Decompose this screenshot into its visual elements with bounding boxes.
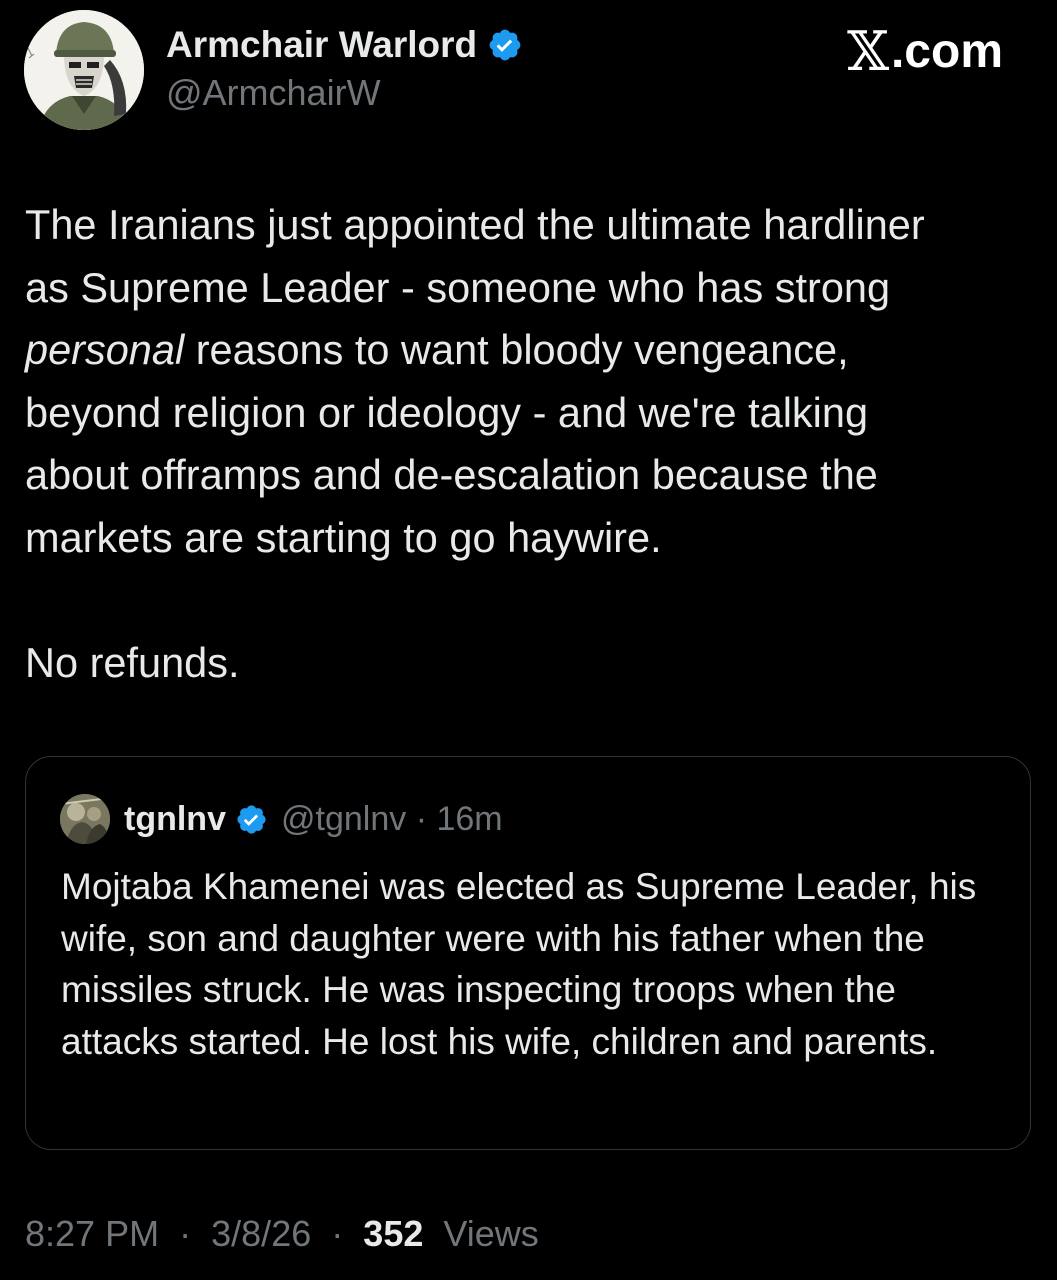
tweet-metadata: 8:27 PM · 3/8/26 · 352 Views [25,1213,539,1255]
quote-avatar[interactable] [60,794,110,844]
tweet-line: markets are starting to go haywire. [25,513,662,561]
quote-avatar-icon [60,794,110,844]
tweet-line: beyond religion or ideology - and we're … [25,388,869,436]
author-handle[interactable]: @ArmchairW [166,72,381,114]
quote-timestamp[interactable]: 16m [436,800,502,839]
tweet-italic-word: personal [25,326,185,373]
tweet-time[interactable]: 8:27 PM [25,1213,159,1254]
site-domain-text: .com [890,25,1003,78]
tweet-line: personal reasons to want bloody vengeanc… [25,319,1035,382]
x-com-logo: 𝕏 .com [847,20,1003,83]
author-name-row: Armchair Warlord [166,22,523,68]
meta-separator: · [179,1213,192,1254]
quoted-tweet[interactable]: tgnlnv @tgnlnv · 16m Mojtaba Khamenei wa… [25,756,1031,1150]
tweet-date[interactable]: 3/8/26 [211,1213,311,1254]
tweet-line: as Supreme Leader - someone who has stro… [25,263,891,311]
author-avatar[interactable] [24,10,144,130]
quote-author-name[interactable]: tgnlnv [124,800,226,839]
verified-badge-icon [235,803,268,836]
quoted-tweet-header: tgnlnv @tgnlnv · 16m [60,791,503,847]
views-count: 352 [363,1213,424,1254]
tweet-line-rest: reasons to want bloody vengeance, [184,326,849,373]
author-name[interactable]: Armchair Warlord [166,24,477,66]
tweet-card: Armchair Warlord @ArmchairW 𝕏 .com The I… [0,0,1057,1280]
meta-separator: · [415,799,428,838]
tweet-line: No refunds. [25,638,240,686]
quoted-tweet-text: Mojtaba Khamenei was elected as Supreme … [61,866,977,1062]
tweet-text: The Iranians just appointed the ultimate… [25,194,1035,694]
verified-badge-icon [487,27,523,63]
tweet-line: The Iranians just appointed the ultimate… [25,201,925,248]
views-label: Views [443,1213,539,1254]
tweet-line: about offramps and de-escalation because… [25,451,878,498]
meta-separator: · [331,1213,344,1254]
x-logo-icon: 𝕏 [847,20,889,83]
soldier-avatar-icon [24,10,144,130]
quote-author-handle[interactable]: @tgnlnv [281,800,406,839]
